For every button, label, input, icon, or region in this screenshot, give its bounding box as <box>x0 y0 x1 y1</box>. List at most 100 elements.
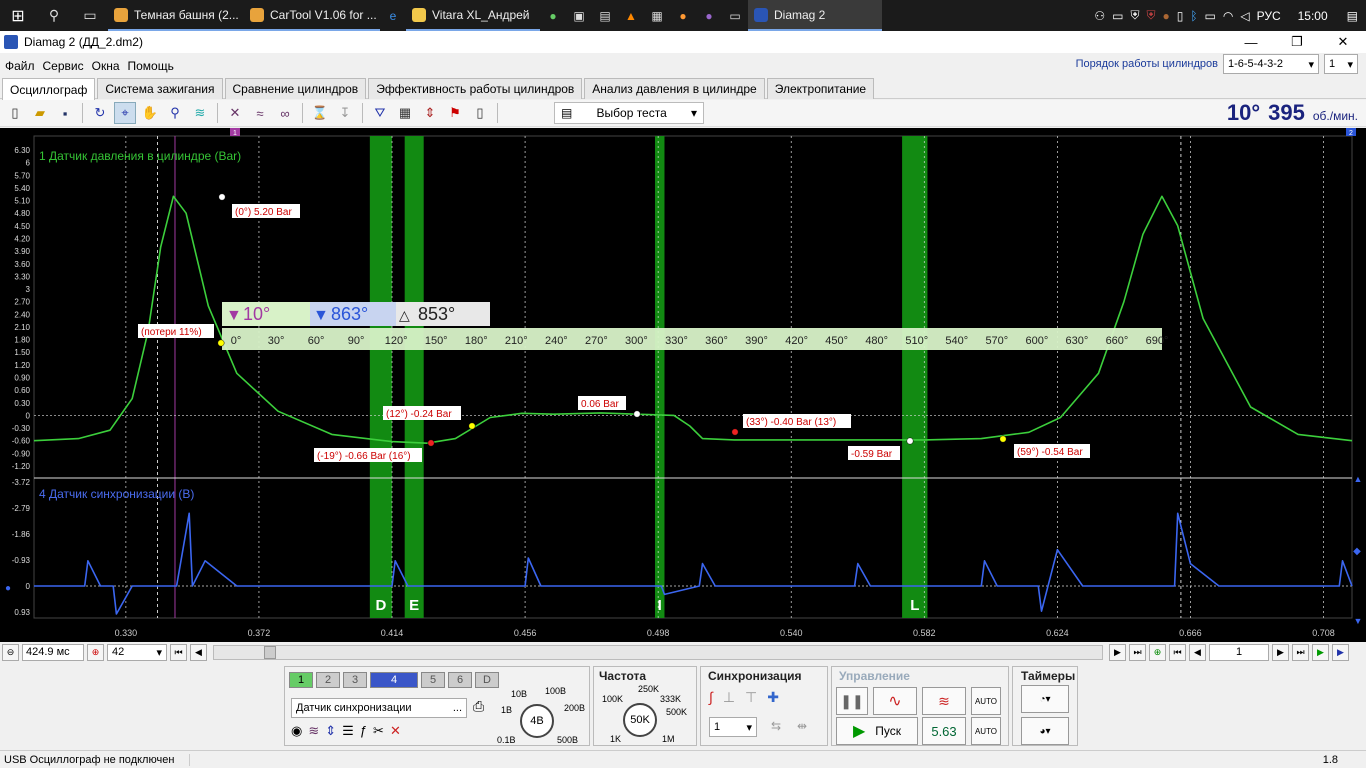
usb-icon[interactable]: ▯ <box>1177 9 1184 23</box>
monitor-icon[interactable]: ▭ <box>1112 9 1123 23</box>
tab-oscilloscope[interactable]: Осциллограф <box>2 78 96 100</box>
sensor-settings-icon[interactable]: ⎙ <box>473 698 484 715</box>
split-icon[interactable]: ⇕ <box>419 102 441 124</box>
oscilloscope-display[interactable]: D E I L0.330 0.372 0.414 0.456 0.498 0.540 0.582 0… <box>0 128 1366 642</box>
auto-button[interactable]: AUTO <box>971 687 1001 715</box>
sine-mode-button[interactable]: ∿ <box>873 687 917 715</box>
waveform-cross-icon[interactable]: ✕ <box>224 102 246 124</box>
pause-button[interactable]: ❚❚ <box>836 687 868 715</box>
tab-cylinder-efficiency[interactable]: Эффективность работы цилиндров <box>368 78 583 99</box>
channel-4-button[interactable]: 4 <box>370 672 418 688</box>
close-button[interactable]: ✕ <box>1320 31 1366 53</box>
viber-icon[interactable]: ● <box>696 0 722 31</box>
notepad-icon[interactable]: ▤ <box>592 0 618 31</box>
tab-pressure-analysis[interactable]: Анализ давления в цилиндре <box>584 78 765 99</box>
taskbar-task-folder[interactable]: Vitara XL_Андрей <box>406 0 540 31</box>
channel-6-button[interactable]: 6 <box>448 672 472 688</box>
channel-3-button[interactable]: 3 <box>343 672 367 688</box>
app-tray-icon[interactable]: ● <box>1162 9 1169 23</box>
frame-next-icon[interactable]: ▶ <box>1272 643 1289 661</box>
zoom-in-icon[interactable]: ⊕ <box>87 643 104 661</box>
people-icon[interactable]: ⚇ <box>1094 9 1105 23</box>
eye-icon[interactable]: ◉ <box>291 723 302 739</box>
play-blue-icon[interactable]: ▶ <box>1332 643 1349 661</box>
timer-2-button[interactable]: ◕▾ <box>1021 717 1069 745</box>
bluetooth-icon[interactable]: ᛒ <box>1190 9 1197 23</box>
cylinder-number-select[interactable]: 1 ▾ <box>1324 54 1358 74</box>
frame-number-field[interactable]: 1 <box>1209 643 1269 661</box>
taskbar-task-diamag[interactable]: Diamag 2 <box>748 0 882 31</box>
frame-first-icon[interactable]: ⏮ <box>1169 643 1186 661</box>
function-icon[interactable]: ƒ <box>360 723 367 739</box>
cylinder-order-select[interactable]: 1-6-5-4-3-2 ▾ <box>1223 54 1319 74</box>
tab-power-supply[interactable]: Электропитание <box>766 78 875 99</box>
sync-channel-select[interactable]: 1 ▾ <box>709 717 757 737</box>
reload-icon[interactable]: ↻ <box>89 102 111 124</box>
frequency-dial[interactable]: 250K 100K 333K 500K 1K 1M 50K <box>594 683 698 745</box>
taskbar-task-chrome-1[interactable]: Темная башня (2... <box>108 0 244 31</box>
new-file-icon[interactable]: ▯ <box>4 102 26 124</box>
language-indicator[interactable]: РУС <box>1257 9 1281 23</box>
sensor-select[interactable]: Датчик синхронизации... <box>291 698 467 718</box>
start-button[interactable]: ▶ Пуск <box>836 717 918 745</box>
open-folder-icon[interactable]: ▰ <box>29 102 51 124</box>
pulse-edge-icon[interactable]: ⊤ <box>745 689 757 706</box>
document-icon[interactable]: ▯ <box>469 102 491 124</box>
waveform-stack-icon[interactable]: ≈ <box>249 102 271 124</box>
tab-ignition[interactable]: Система зажигания <box>97 78 223 99</box>
falling-edge-icon[interactable]: ⊥ <box>723 689 735 706</box>
channel-1-button[interactable]: 1 <box>289 672 313 688</box>
security-icon[interactable]: ⛨ <box>1130 8 1139 23</box>
next-page-icon[interactable]: ▶ <box>1109 643 1126 661</box>
terminal-icon[interactable]: ▣ <box>566 0 592 31</box>
grid-icon[interactable]: ▦ <box>394 102 416 124</box>
clock[interactable]: 15:00 <box>1298 9 1328 23</box>
tab-cylinder-compare[interactable]: Сравнение цилиндров <box>224 78 367 99</box>
frame-prev-icon[interactable]: ◀ <box>1189 643 1206 661</box>
test-select[interactable]: ▤ Выбор теста ▾ <box>554 102 704 124</box>
zero-offset-icon[interactable]: ↧ <box>334 102 356 124</box>
calculator-icon[interactable]: ▦ <box>644 0 670 31</box>
minimize-button[interactable]: — <box>1228 31 1274 53</box>
menu-help[interactable]: Помощь <box>128 59 174 73</box>
menu-file[interactable]: Файл <box>5 59 35 73</box>
cursor-tool-icon[interactable]: ⌖ <box>114 102 136 124</box>
app-window-icon[interactable]: ▭ <box>722 0 748 31</box>
battery-icon[interactable]: ▭ <box>1205 9 1216 23</box>
waveform-icon[interactable]: ≋ <box>308 723 319 739</box>
filter-icon[interactable]: ⛛ <box>369 102 391 124</box>
channel-5-button[interactable]: 5 <box>421 672 445 688</box>
add-icon[interactable]: ⊕ <box>1149 643 1166 661</box>
vertical-shift-icon[interactable]: ⇕ <box>325 723 336 739</box>
points-select[interactable]: 42 ▾ <box>107 643 167 661</box>
last-page-icon[interactable]: ⏭ <box>1129 643 1146 661</box>
zoom-out-icon[interactable]: ⊖ <box>2 643 19 661</box>
frequency-knob[interactable]: 50K <box>623 703 657 737</box>
taskbar-task-chrome-2[interactable]: CarTool V1.06 for ... <box>244 0 380 31</box>
windows-start-icon[interactable]: ⊞ <box>0 0 36 31</box>
volume-icon[interactable]: ◁ <box>1240 9 1249 23</box>
channel-d-button[interactable]: D <box>475 672 499 688</box>
maximize-button[interactable]: ❐ <box>1274 31 1320 53</box>
search-icon[interactable]: ⚲ <box>36 0 72 31</box>
channel-2-button[interactable]: 2 <box>316 672 340 688</box>
tools-icon[interactable]: ✂ <box>373 723 384 739</box>
vlc-icon[interactable]: ▲ <box>618 0 644 31</box>
cursor-icon[interactable]: ✕ <box>390 723 401 739</box>
auto-arrange-button[interactable]: AUTO <box>971 717 1001 745</box>
app-orange-icon[interactable]: ● <box>670 0 696 31</box>
spring-icon[interactable]: ≋ <box>189 102 211 124</box>
timer-1-button[interactable]: ◔▾ <box>1021 685 1069 713</box>
rising-edge-icon[interactable]: ∫ <box>709 689 713 706</box>
notification-icon[interactable]: ▤ <box>1347 9 1358 23</box>
edge-icon[interactable]: e <box>380 0 406 31</box>
first-page-icon[interactable]: ⏮ <box>170 643 187 661</box>
auto-sync-icon[interactable]: ✚ <box>767 689 779 706</box>
prev-page-icon[interactable]: ◀ <box>190 643 207 661</box>
frame-last-icon[interactable]: ⏭ <box>1292 643 1309 661</box>
waveform-loop-icon[interactable]: ∞ <box>274 102 296 124</box>
horizontal-scrollbar[interactable] <box>213 644 1103 660</box>
zoom-icon[interactable]: ⚲ <box>164 102 186 124</box>
scrollbar-thumb[interactable] <box>264 645 276 659</box>
menu-windows[interactable]: Окна <box>92 59 120 73</box>
